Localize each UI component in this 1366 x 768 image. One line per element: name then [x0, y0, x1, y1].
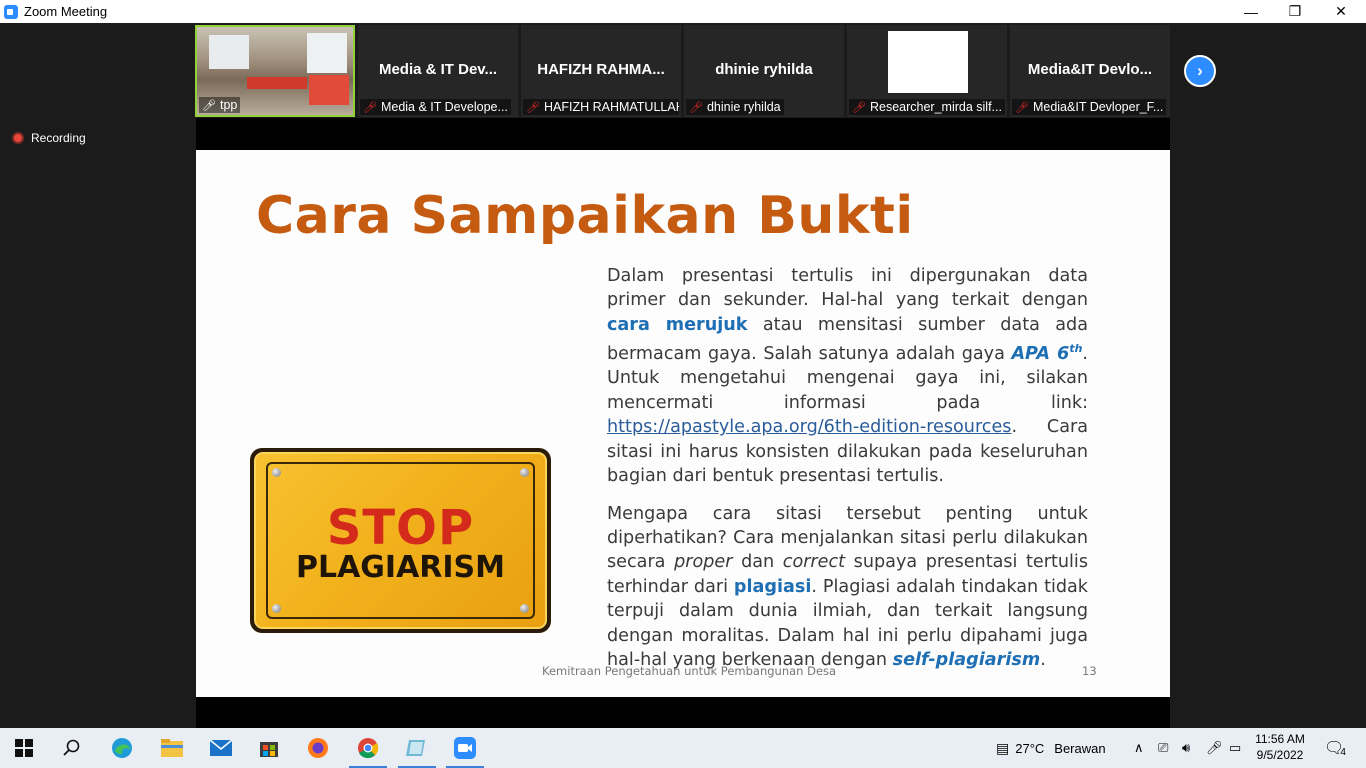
window-title: Zoom Meeting [24, 4, 108, 19]
muted-mic-icon: 🎤︎ [1015, 101, 1029, 114]
microphone-icon[interactable]: 🎤︎ [1206, 728, 1223, 768]
participant-label: 🎤︎ dhinie ryhilda [686, 99, 784, 115]
news-icon: ▤ [996, 739, 1010, 756]
zoom-app-icon[interactable] [453, 736, 477, 760]
screen-share-border [196, 118, 1170, 150]
network-icon[interactable]: ▭ [1229, 728, 1241, 768]
slide-paragraph: Dalam presentasi tertulis ini dipergunak… [607, 266, 1088, 487]
participant-tile[interactable]: HAFIZH RAHMA... 🎤︎ HAFIZH RAHMATULLAH [521, 25, 681, 117]
windows-taskbar: ▤ 27°C Berawan ∧ ⎚ 🔊︎ 🎤︎ ▭ 11:56 AM 9/5/… [0, 728, 1366, 768]
participant-label: 🎤︎ Media&IT Devloper_F... [1012, 99, 1167, 115]
restore-button[interactable]: ❐ [1272, 0, 1318, 23]
recording-indicator[interactable]: Recording [12, 131, 86, 145]
participant-display-name: Media&IT Devlo... [1027, 61, 1153, 78]
title-bar: Zoom Meeting — ❐ ✕ [0, 0, 1366, 23]
notification-center-icon[interactable]: 🗨︎ 4 [1324, 728, 1346, 768]
muted-mic-icon: 🎤︎ [363, 101, 377, 114]
mail-icon[interactable] [209, 736, 233, 760]
participant-label: 🎤︎ Media & IT Develope... [360, 99, 511, 115]
participant-strip: 🎤︎ tpp Media & IT Dev... 🎤︎ Media & IT D… [195, 25, 1170, 117]
show-hidden-icons-chevron-icon[interactable]: ∧ [1134, 728, 1144, 768]
participant-label: 🎤︎ Researcher_mirda silf... [849, 99, 1005, 115]
recording-icon [12, 132, 24, 144]
slide-body: Dalam presentasi tertulis ini dipergunak… [607, 264, 1088, 685]
store-icon[interactable] [257, 736, 281, 760]
participant-tile[interactable]: 🎤︎ tpp [195, 25, 355, 117]
meet-now-icon[interactable]: ⎚ [1158, 728, 1168, 768]
windows-start-icon[interactable] [12, 736, 36, 760]
muted-mic-icon: 🎤︎ [526, 101, 540, 114]
notes-app-icon[interactable] [404, 736, 428, 760]
participant-display-name: Media & IT Dev... [378, 61, 498, 78]
sign-plagiarism-text: PLAGIARISM [295, 550, 506, 585]
next-page-chevron-icon[interactable]: › [1184, 55, 1216, 87]
participant-tile[interactable]: 🎤︎ Researcher_mirda silf... [847, 25, 1007, 117]
minimize-button[interactable]: — [1228, 0, 1274, 23]
participant-tile[interactable]: Media&IT Devlo... 🎤︎ Media&IT Devloper_F… [1010, 25, 1170, 117]
close-button[interactable]: ✕ [1318, 0, 1364, 23]
sign-stop-text: STOP [326, 500, 475, 556]
volume-icon[interactable]: 🔊︎ [1182, 728, 1190, 768]
muted-mic-icon: 🎤︎ [689, 101, 703, 114]
meeting-area: 🎤︎ tpp Media & IT Dev... 🎤︎ Media & IT D… [0, 23, 1366, 728]
chrome-icon[interactable] [356, 736, 380, 760]
participant-video [888, 31, 968, 93]
screen-share-border [196, 697, 1170, 728]
participant-tile[interactable]: Media & IT Dev... 🎤︎ Media & IT Develope… [358, 25, 518, 117]
shared-slide: Cara Sampaikan Bukti STOP PLAGIARISM Dal… [196, 150, 1170, 697]
zoom-logo-icon [4, 4, 18, 19]
firefox-icon[interactable] [306, 736, 330, 760]
slide-footer: Kemitraan Pengetahuan untuk Pembangunan … [542, 664, 837, 678]
weather-widget[interactable]: ▤ 27°C Berawan [996, 728, 1106, 768]
participant-label: 🎤︎ HAFIZH RAHMATULLAH [523, 99, 679, 115]
search-icon[interactable] [60, 736, 84, 760]
edge-browser-icon[interactable] [110, 736, 134, 760]
slide-paragraph: Mengapa cara sitasi tersebut penting unt… [607, 503, 1088, 670]
muted-mic-icon: 🎤︎ [852, 101, 866, 114]
file-explorer-icon[interactable] [160, 736, 184, 760]
stop-plagiarism-sign: STOP PLAGIARISM [250, 448, 551, 633]
slide-title: Cara Sampaikan Bukti [256, 186, 914, 246]
apa-link[interactable]: https://apastyle.apa.org/6th-edition-res… [607, 417, 1011, 437]
participant-display-name: HAFIZH RAHMA... [537, 61, 665, 78]
participant-label: 🎤︎ tpp [199, 97, 241, 113]
participant-display-name: dhinie ryhilda [715, 61, 813, 78]
system-clock[interactable]: 11:56 AM 9/5/2022 [1250, 731, 1310, 763]
mic-icon: 🎤︎ [202, 99, 216, 112]
slide-page-number: 13 [1082, 664, 1097, 678]
participant-tile[interactable]: dhinie ryhilda 🎤︎ dhinie ryhilda [684, 25, 844, 117]
